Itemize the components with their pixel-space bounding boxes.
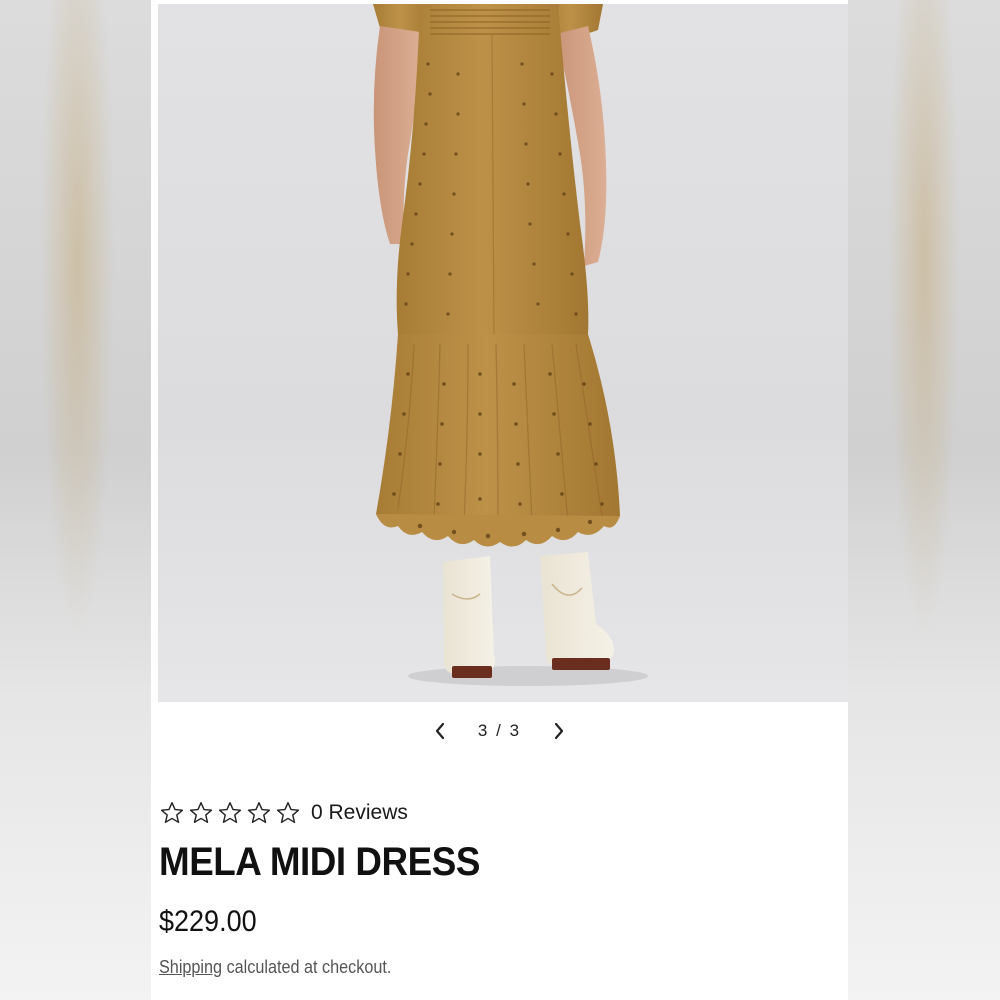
- chevron-left-icon[interactable]: [428, 719, 452, 743]
- gallery-pager: 3 / 3: [151, 716, 848, 746]
- blurred-backdrop-right: [848, 0, 1000, 1000]
- gallery-counter: 3 / 3: [478, 721, 521, 741]
- product-title: MELA MIDI DRESS: [159, 840, 480, 884]
- shipping-note-text: calculated at checkout.: [226, 957, 392, 977]
- star-outline-icon: [276, 802, 300, 824]
- rating-stars: [159, 800, 301, 826]
- star-outline-icon: [189, 802, 213, 824]
- product-card: 3 / 3 0 Reviews MELA MIDI DRESS $229.00 …: [151, 0, 848, 1000]
- chevron-right-icon[interactable]: [547, 719, 571, 743]
- star-outline-icon: [218, 802, 242, 824]
- dress-illustration: [373, 4, 648, 686]
- gallery-current: 3: [477, 721, 490, 740]
- star-outline-icon: [160, 802, 184, 824]
- gallery-separator: /: [496, 721, 503, 740]
- product-price: $229.00: [159, 905, 257, 938]
- star-outline-icon: [247, 802, 271, 824]
- blurred-backdrop-left: [0, 0, 155, 1000]
- gallery-total: 3: [509, 721, 522, 740]
- shipping-note: Shipping calculated at checkout.: [159, 957, 391, 978]
- product-rating[interactable]: 0 Reviews: [159, 800, 408, 826]
- shipping-link[interactable]: Shipping: [159, 957, 222, 977]
- product-photo[interactable]: [158, 4, 848, 702]
- reviews-count[interactable]: 0 Reviews: [311, 801, 408, 825]
